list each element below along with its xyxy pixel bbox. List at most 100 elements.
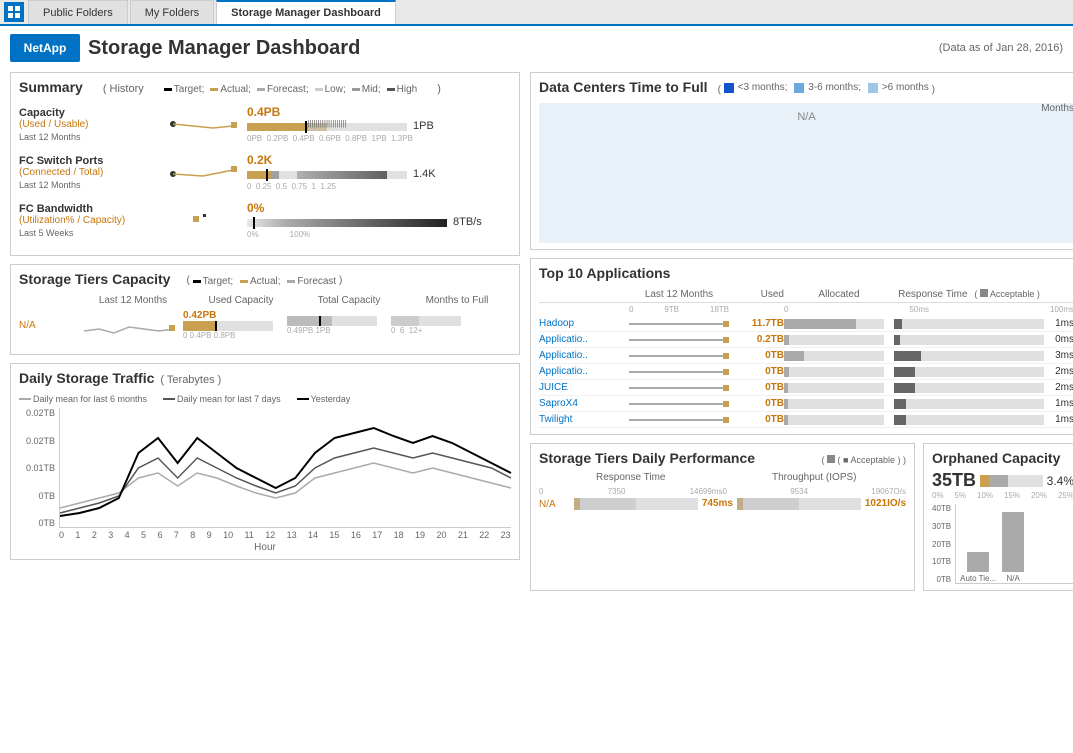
- fc-bandwidth-row: FC Bandwidth (Utilization% / Capacity) L…: [19, 201, 511, 239]
- fc-bandwidth-bar: [247, 215, 447, 229]
- orphaned-y-axis: 40TB 30TB 20TB 10TB 0TB: [932, 504, 951, 584]
- summary-header: Summary ( History Target; Actual; Foreca…: [19, 79, 511, 99]
- apps-title: Top 10 Applications: [539, 265, 670, 281]
- dc-chart-area: N/A Months: [539, 103, 1073, 243]
- app-row-juice: JUICE 0TB: [539, 380, 1073, 396]
- fc-bandwidth-value: 0%: [247, 201, 482, 215]
- apps-col-headers: Last 12 Months Used Allocated Response T…: [539, 289, 1073, 303]
- summary-legend: Target; Actual; Forecast; Low; Mid; High: [164, 84, 417, 95]
- tab-public-folders[interactable]: Public Folders: [28, 0, 128, 24]
- capacity-value: 0.4PB: [247, 105, 434, 119]
- tiers-header: Storage Tiers Capacity ( Target; Actual;…: [19, 271, 511, 291]
- perf-throughput-val: 1021IO/s: [865, 498, 906, 510]
- app-row-1: Applicatio.. 0.2TB: [539, 332, 1073, 348]
- apps-scale-row: 09TB18TB 050ms100ms: [539, 305, 1073, 314]
- tab-storage-manager[interactable]: Storage Manager Dashboard: [216, 0, 396, 24]
- capacity-max: 1PB: [413, 120, 434, 132]
- app-icon: [4, 2, 24, 22]
- tier-sparkline: [79, 311, 179, 339]
- traffic-legend: Daily mean for last 6 months Daily mean …: [19, 394, 511, 404]
- capacity-bar: |||||||||||||||||||: [247, 119, 407, 133]
- orphaned-chart-area: 40TB 30TB 20TB 10TB 0TB Auto Tie...: [932, 504, 1073, 584]
- tier-label: N/A: [19, 320, 79, 331]
- dc-header: Data Centers Time to Full ( <3 months; 3…: [539, 79, 1073, 99]
- fc-switch-label-area: FC Switch Ports (Connected / Total) Last…: [19, 155, 159, 190]
- traffic-title: Daily Storage Traffic: [19, 370, 154, 386]
- orphaned-value: 35TB: [932, 470, 976, 491]
- perf-scale-labels: 0 7350 14699ms 0 9534 19067O/s: [539, 487, 906, 496]
- traffic-chart-svg: [60, 408, 511, 528]
- bottom-right: Storage Tiers Daily Performance ( ( ■ Ac…: [530, 443, 1073, 591]
- tiers-title: Storage Tiers Capacity: [19, 271, 170, 287]
- orphaned-bars: Auto Tie... N/A: [955, 504, 1073, 584]
- fc-switch-sparkline: [163, 156, 243, 188]
- dashboard-header: NetApp Storage Manager Dashboard (Data a…: [10, 34, 1063, 62]
- title-area: NetApp Storage Manager Dashboard: [10, 34, 360, 62]
- dc-title: Data Centers Time to Full: [539, 79, 708, 95]
- history-label: ( History: [103, 83, 144, 95]
- summary-title: Summary: [19, 79, 83, 95]
- main-content: NetApp Storage Manager Dashboard (Data a…: [0, 26, 1073, 599]
- perf-bars: 745ms 1021IO/s: [574, 498, 906, 510]
- dc-na-label: N/A: [797, 111, 815, 123]
- x-axis-title: Hour: [19, 542, 511, 553]
- capacity-label-area: Capacity (Used / Usable) Last 12 Months: [19, 107, 159, 142]
- left-column: Summary ( History Target; Actual; Foreca…: [10, 72, 520, 591]
- acceptable-label: ( ( ■ Acceptable ) ): [822, 455, 906, 465]
- traffic-header: Daily Storage Traffic ( Terabytes ): [19, 370, 511, 390]
- perf-header: Storage Tiers Daily Performance ( ( ■ Ac…: [539, 450, 906, 470]
- orphaned-value-row: 35TB 3.4%: [932, 470, 1073, 491]
- app-row-twilight: Twilight 0TB: [539, 412, 1073, 428]
- capacity-sublabel: (Used / Usable): [19, 119, 159, 130]
- fc-switch-period: Last 12 Months: [19, 180, 159, 190]
- right-column: Data Centers Time to Full ( <3 months; 3…: [530, 72, 1073, 591]
- data-date: (Data as of Jan 28, 2016): [939, 42, 1063, 54]
- two-col-layout: Summary ( History Target; Actual; Foreca…: [10, 72, 1063, 591]
- app-row-saprox: SaproX4 0TB: [539, 396, 1073, 412]
- fc-bandwidth-sparkline: [163, 204, 243, 236]
- orphaned-pct: 3.4%: [1047, 474, 1073, 488]
- summary-section: Summary ( History Target; Actual; Foreca…: [10, 72, 520, 256]
- dc-legend: ( <3 months; 3-6 months; >6 months ): [718, 82, 935, 96]
- paren-close: ): [437, 83, 441, 95]
- traffic-section: Daily Storage Traffic ( Terabytes ) Dail…: [10, 363, 520, 560]
- capacity-label: Capacity: [19, 107, 159, 119]
- orphaned-scale: 0% 5% 10% 15% 20% 25%: [932, 491, 1073, 500]
- tier-row-na: N/A 0.42PB: [19, 310, 511, 340]
- perf-response-bar: [574, 498, 698, 510]
- fc-bandwidth-bar-section: 0% 8TB/s 0% 100%: [247, 201, 482, 239]
- fc-switch-row: FC Switch Ports (Connected / Total) Last…: [19, 153, 511, 191]
- traffic-chart: [59, 408, 511, 528]
- orphaned-section: Orphaned Capacity 35TB 3.4% 0%: [923, 443, 1073, 591]
- orphaned-bar-na: N/A: [1002, 512, 1024, 583]
- perf-na-row: N/A 745ms: [539, 498, 906, 510]
- fc-switch-label: FC Switch Ports: [19, 155, 159, 167]
- fc-switch-bar-section: 0.2K 1.4K 0 0.25 0.5 0.75 1: [247, 153, 436, 191]
- fc-bandwidth-label: FC Bandwidth: [19, 203, 159, 215]
- tiers-col-headers: Last 12 Months Used Capacity Total Capac…: [19, 295, 511, 306]
- fc-switch-sublabel: (Connected / Total): [19, 167, 159, 178]
- perf-response-val: 745ms: [702, 498, 733, 510]
- months-label: Months: [1041, 103, 1073, 114]
- fc-switch-bar: [247, 167, 407, 181]
- page-title: Storage Manager Dashboard: [88, 37, 360, 60]
- app-row-hadoop: Hadoop 11.7TB: [539, 316, 1073, 332]
- tab-bar: Public Folders My Folders Storage Manage…: [0, 0, 1073, 26]
- x-axis: 01234567891011121314151617181920212223: [59, 530, 511, 540]
- fc-switch-max: 1.4K: [413, 168, 436, 180]
- fc-bandwidth-max: 8TB/s: [453, 216, 482, 228]
- capacity-bar-section: 0.4PB ||||||||||||||||||| 1PB 0PB: [247, 105, 434, 143]
- capacity-row: Capacity (Used / Usable) Last 12 Months …: [19, 105, 511, 143]
- apps-section: Top 10 Applications Last 12 Months Used …: [530, 258, 1073, 435]
- fc-bandwidth-label-area: FC Bandwidth (Utilization% / Capacity) L…: [19, 203, 159, 238]
- y-axis: 0.02TB 0.02TB 0.01TB 0TB 0TB: [19, 408, 57, 528]
- traffic-subtitle: ( Terabytes ): [160, 374, 221, 386]
- perf-throughput-bar: [737, 498, 861, 510]
- tab-my-folders[interactable]: My Folders: [130, 0, 214, 24]
- fc-bandwidth-period: Last 5 Weeks: [19, 228, 159, 238]
- fc-switch-value: 0.2K: [247, 153, 436, 167]
- tiers-section: Storage Tiers Capacity ( Target; Actual;…: [10, 264, 520, 355]
- perf-col-headers: Response Time Throughput (IOPS): [539, 472, 906, 483]
- orphaned-bar-auto: Auto Tie...: [960, 552, 996, 583]
- perf-title: Storage Tiers Daily Performance: [539, 450, 755, 466]
